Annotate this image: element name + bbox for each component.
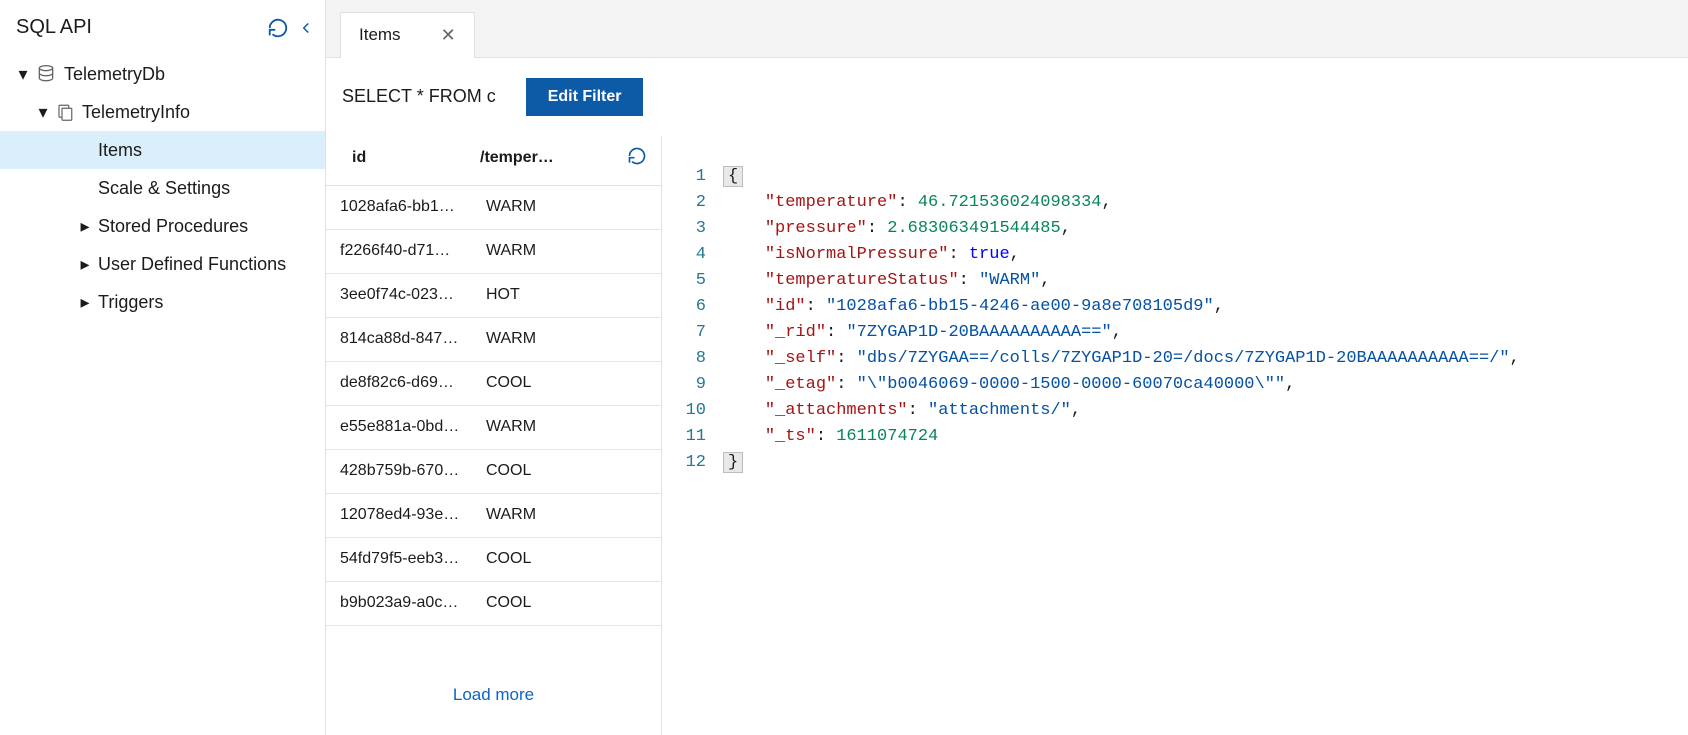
- column-header-temperature[interactable]: /temper…: [480, 149, 627, 167]
- cell-id: b9b023a9-a0c…: [340, 594, 480, 612]
- cell-temperature: HOT: [480, 286, 647, 304]
- table-row[interactable]: 12078ed4-93e…WARM: [326, 494, 661, 538]
- items-list: 1028afa6-bb1…WARMf2266f40-d71…WARM3ee0f7…: [326, 186, 661, 655]
- chevron-right-icon: ▸: [78, 216, 92, 237]
- cell-id: 814ca88d-847…: [340, 330, 480, 348]
- cell-temperature: WARM: [480, 418, 647, 436]
- cell-id: e55e881a-0bd…: [340, 418, 480, 436]
- tree-item[interactable]: ▸Items: [0, 131, 325, 169]
- table-row[interactable]: e55e881a-0bd…WARM: [326, 406, 661, 450]
- chevron-right-icon: ▸: [78, 254, 92, 275]
- refresh-icon[interactable]: [627, 146, 647, 171]
- load-more-link[interactable]: Load more: [326, 655, 661, 735]
- cell-id: 428b759b-670…: [340, 462, 480, 480]
- tree-item-label: Triggers: [98, 292, 163, 313]
- tree-item[interactable]: ▸Scale & Settings: [0, 169, 325, 207]
- cell-temperature: WARM: [480, 242, 647, 260]
- cell-temperature: COOL: [480, 462, 647, 480]
- chevron-right-icon: ▸: [78, 292, 92, 313]
- query-text: SELECT * FROM c: [342, 86, 496, 107]
- cell-id: 12078ed4-93e…: [340, 506, 480, 524]
- collapse-icon[interactable]: [297, 17, 315, 39]
- table-row[interactable]: 428b759b-670…COOL: [326, 450, 661, 494]
- cell-temperature: COOL: [480, 594, 647, 612]
- table-row[interactable]: f2266f40-d71…WARM: [326, 230, 661, 274]
- edit-filter-button[interactable]: Edit Filter: [526, 78, 644, 116]
- tree-database-label: TelemetryDb: [64, 64, 165, 85]
- cell-id: 1028afa6-bb1…: [340, 198, 480, 216]
- table-row[interactable]: 814ca88d-847…WARM: [326, 318, 661, 362]
- cell-id: f2266f40-d71…: [340, 242, 480, 260]
- tab-items[interactable]: Items ✕: [340, 12, 475, 58]
- refresh-icon[interactable]: [267, 17, 289, 39]
- table-row[interactable]: de8f82c6-d69…COOL: [326, 362, 661, 406]
- table-row[interactable]: 54fd79f5-eeb3…COOL: [326, 538, 661, 582]
- table-row[interactable]: 1028afa6-bb1…WARM: [326, 186, 661, 230]
- tab-label: Items: [359, 25, 401, 45]
- tree-item[interactable]: ▸ Triggers: [0, 283, 325, 321]
- cell-id: de8f82c6-d69…: [340, 374, 480, 392]
- column-header-id[interactable]: id: [340, 149, 480, 167]
- tree-item[interactable]: ▸ Stored Procedures: [0, 207, 325, 245]
- close-icon[interactable]: ✕: [441, 25, 456, 46]
- tree-item-label: Scale & Settings: [98, 178, 230, 199]
- tree-item[interactable]: ▸ User Defined Functions: [0, 245, 325, 283]
- database-icon: [36, 64, 56, 84]
- cell-temperature: WARM: [480, 506, 647, 524]
- tree-item-label: Stored Procedures: [98, 216, 248, 237]
- sidebar-title: SQL API: [16, 16, 92, 39]
- table-row[interactable]: b9b023a9-a0c…COOL: [326, 582, 661, 626]
- tree-container-label: TelemetryInfo: [82, 102, 190, 123]
- tab-bar: Items ✕: [326, 0, 1688, 58]
- cell-id: 54fd79f5-eeb3…: [340, 550, 480, 568]
- cell-temperature: COOL: [480, 550, 647, 568]
- json-viewer: 123456789101112 { "temperature": 46.7215…: [662, 136, 1688, 735]
- resource-tree: ▾ TelemetryDb ▾ TelemetryInfo ▸Items▸Sca…: [0, 55, 325, 321]
- cell-id: 3ee0f74c-023…: [340, 286, 480, 304]
- tree-container[interactable]: ▾ TelemetryInfo: [0, 93, 325, 131]
- cell-temperature: WARM: [480, 198, 647, 216]
- cell-temperature: COOL: [480, 374, 647, 392]
- container-icon: [56, 103, 74, 121]
- tree-database[interactable]: ▾ TelemetryDb: [0, 55, 325, 93]
- cell-temperature: WARM: [480, 330, 647, 348]
- sidebar: SQL API ▾ TelemetryDb ▾: [0, 0, 326, 735]
- table-row[interactable]: 3ee0f74c-023…HOT: [326, 274, 661, 318]
- tree-item-label: Items: [98, 140, 142, 161]
- tree-item-label: User Defined Functions: [98, 254, 286, 275]
